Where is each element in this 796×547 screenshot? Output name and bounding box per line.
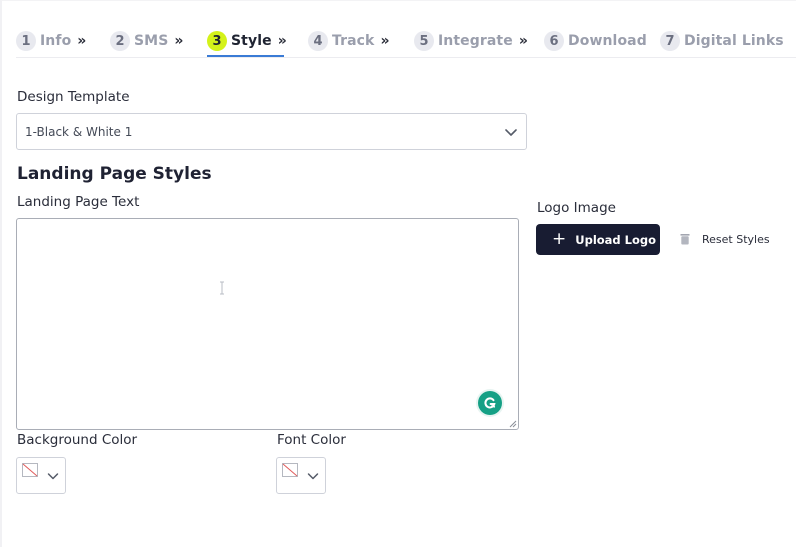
step-info[interactable]: 1 Info » <box>16 30 86 52</box>
step-label: Track <box>332 33 375 49</box>
step-label: Style <box>231 33 272 49</box>
resize-handle-icon[interactable] <box>508 419 517 428</box>
chevron-double-right-icon: » <box>277 33 287 49</box>
step-label: Info <box>40 33 72 49</box>
step-label: Download <box>568 33 647 49</box>
chevron-double-right-icon: » <box>518 33 528 49</box>
step-label: Integrate <box>438 33 513 49</box>
grammarly-icon[interactable] <box>478 391 502 415</box>
step-label: SMS <box>134 33 169 49</box>
step-label: Digital Links <box>684 33 784 49</box>
chevron-double-right-icon: » <box>77 33 86 49</box>
wizard-steps: 1 Info » 2 SMS » 3 Style » 4 Track » 5 I… <box>16 28 796 58</box>
reset-styles-label: Reset Styles <box>702 232 770 246</box>
font-color-label: Font Color <box>277 432 346 448</box>
upload-logo-label: Upload Logo <box>575 232 657 247</box>
background-color-picker[interactable] <box>16 457 66 494</box>
chevron-double-right-icon: » <box>380 33 389 49</box>
chevron-down-icon <box>505 129 517 136</box>
step-track[interactable]: 4 Track » <box>308 30 390 52</box>
step-digital-links[interactable]: 7 Digital Links <box>660 30 784 52</box>
step-download[interactable]: 6 Download <box>544 30 647 52</box>
no-color-icon <box>22 463 38 477</box>
step-number: 1 <box>16 31 36 51</box>
reset-styles-button[interactable]: Reset Styles <box>680 231 770 247</box>
background-color-label: Background Color <box>17 432 138 448</box>
font-color-picker[interactable] <box>276 457 326 494</box>
design-template-value: 1-Black & White 1 <box>25 124 133 139</box>
landing-page-text-input[interactable] <box>16 218 519 430</box>
step-number: 7 <box>660 31 680 51</box>
design-template-label: Design Template <box>17 89 130 105</box>
text-cursor-icon <box>220 281 224 295</box>
logo-image-label: Logo Image <box>537 200 616 216</box>
step-sms[interactable]: 2 SMS » <box>110 30 183 52</box>
section-title: Landing Page Styles <box>17 164 212 184</box>
step-number: 3 <box>207 31 227 51</box>
no-color-icon <box>282 463 298 477</box>
plus-icon: + <box>552 229 567 249</box>
chevron-down-icon <box>307 473 319 480</box>
design-template-select[interactable]: 1-Black & White 1 <box>16 113 527 150</box>
chevron-double-right-icon: » <box>174 33 183 49</box>
step-number: 2 <box>110 31 130 51</box>
step-integrate[interactable]: 5 Integrate » <box>414 30 528 52</box>
step-number: 5 <box>414 31 434 51</box>
step-style[interactable]: 3 Style » <box>207 30 287 52</box>
trash-icon <box>680 234 690 245</box>
landing-page-text-label: Landing Page Text <box>17 194 140 210</box>
grammarly-g-glyph <box>484 397 496 409</box>
active-step-underline <box>207 55 284 57</box>
chevron-down-icon <box>47 473 59 480</box>
step-number: 6 <box>544 31 564 51</box>
upload-logo-button[interactable]: + Upload Logo <box>536 224 660 255</box>
step-number: 4 <box>308 31 328 51</box>
